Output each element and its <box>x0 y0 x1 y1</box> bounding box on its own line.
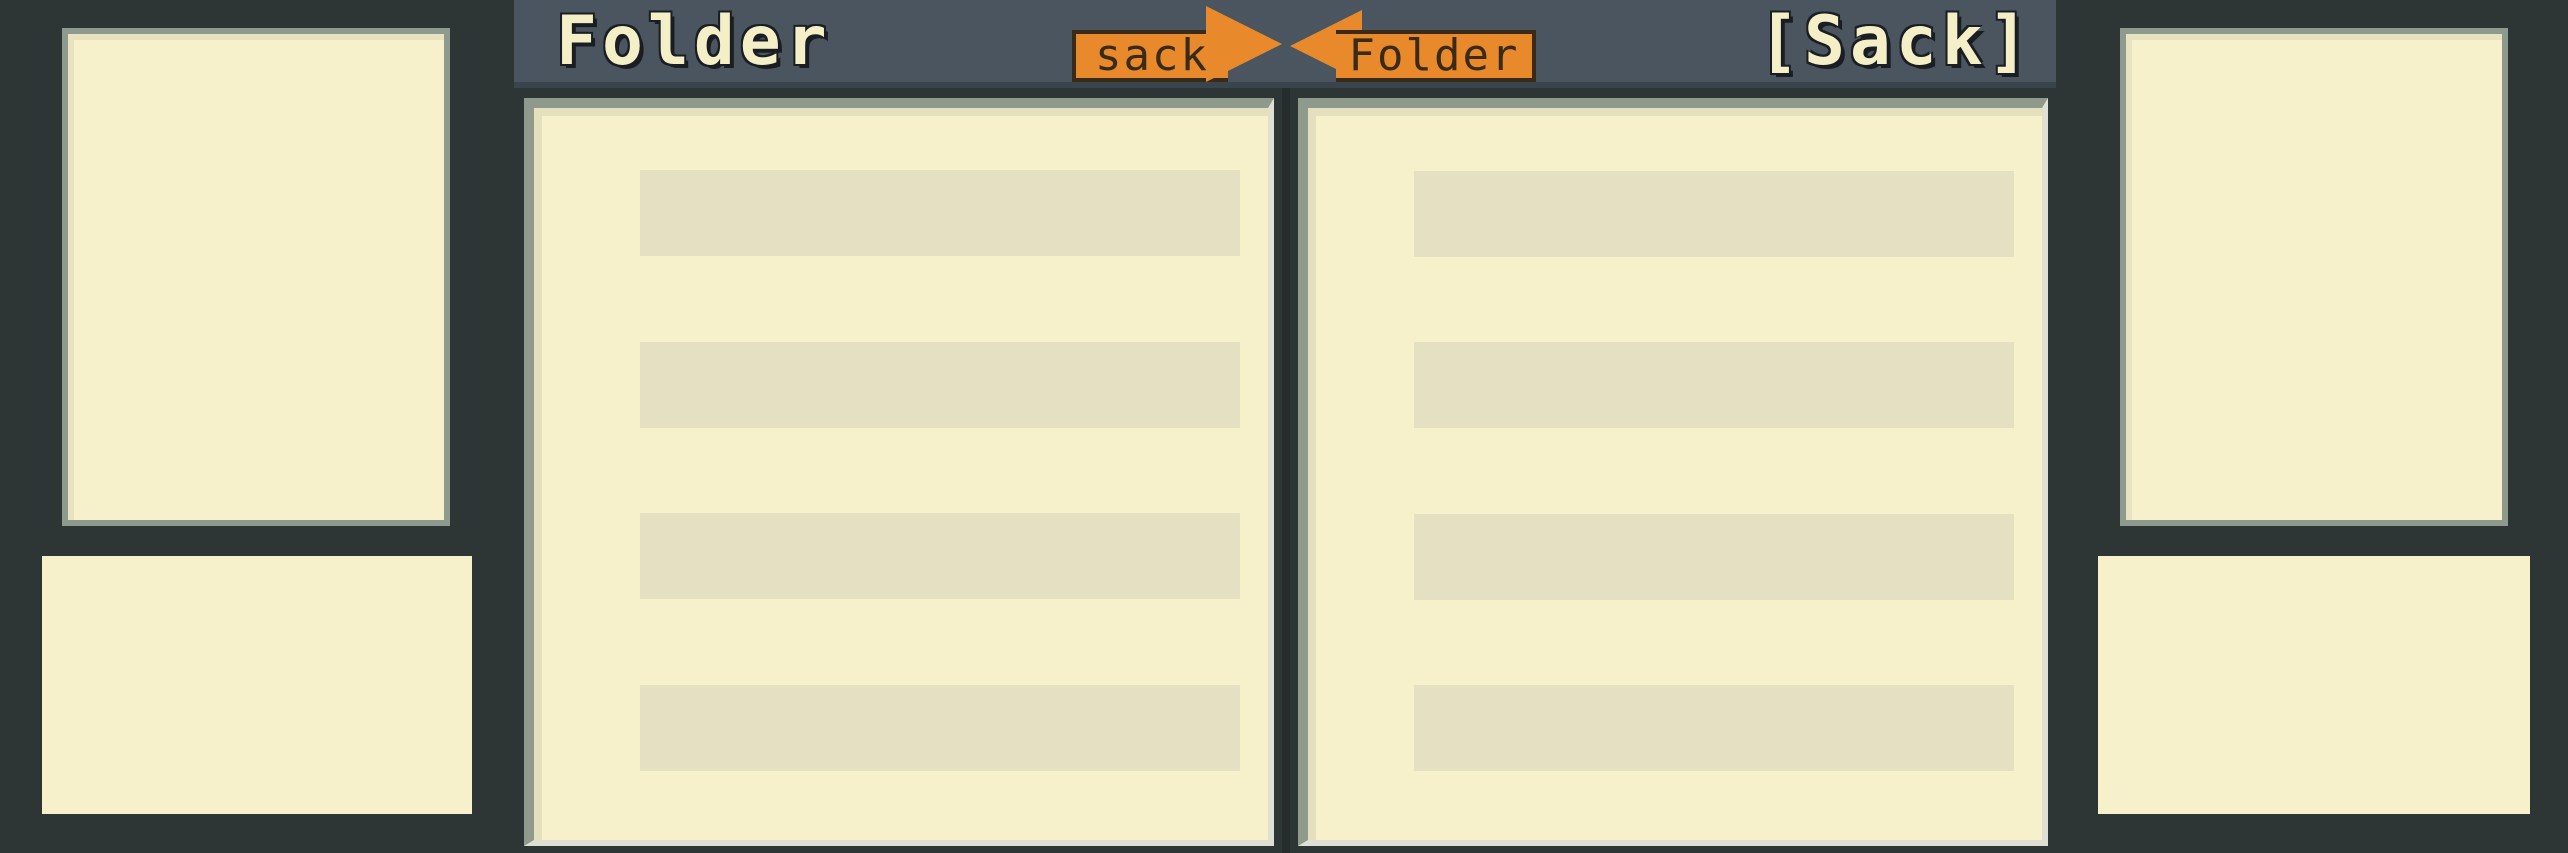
sack-title: [Sack] <box>1758 2 2034 81</box>
folder-slot[interactable] <box>640 685 1240 771</box>
left-preview-panel <box>62 28 450 526</box>
sack-slot[interactable] <box>1414 342 2014 428</box>
right-info-panel <box>2098 556 2530 814</box>
folder-slot[interactable] <box>640 170 1240 256</box>
left-info-panel <box>42 556 472 814</box>
folder-slot[interactable] <box>640 513 1240 599</box>
panel-divider <box>1282 88 1290 853</box>
folder-title: Folder <box>556 2 832 81</box>
right-preview-panel <box>2120 28 2508 526</box>
sack-slot[interactable] <box>1414 514 2014 600</box>
folder-slot[interactable] <box>640 342 1240 428</box>
arrow-right-icon[interactable] <box>1206 6 1282 82</box>
folder-tab[interactable]: Folder <box>1336 30 1536 82</box>
sack-tab[interactable]: sack <box>1072 30 1228 82</box>
sack-slot[interactable] <box>1414 685 2014 771</box>
sack-slot[interactable] <box>1414 171 2014 257</box>
